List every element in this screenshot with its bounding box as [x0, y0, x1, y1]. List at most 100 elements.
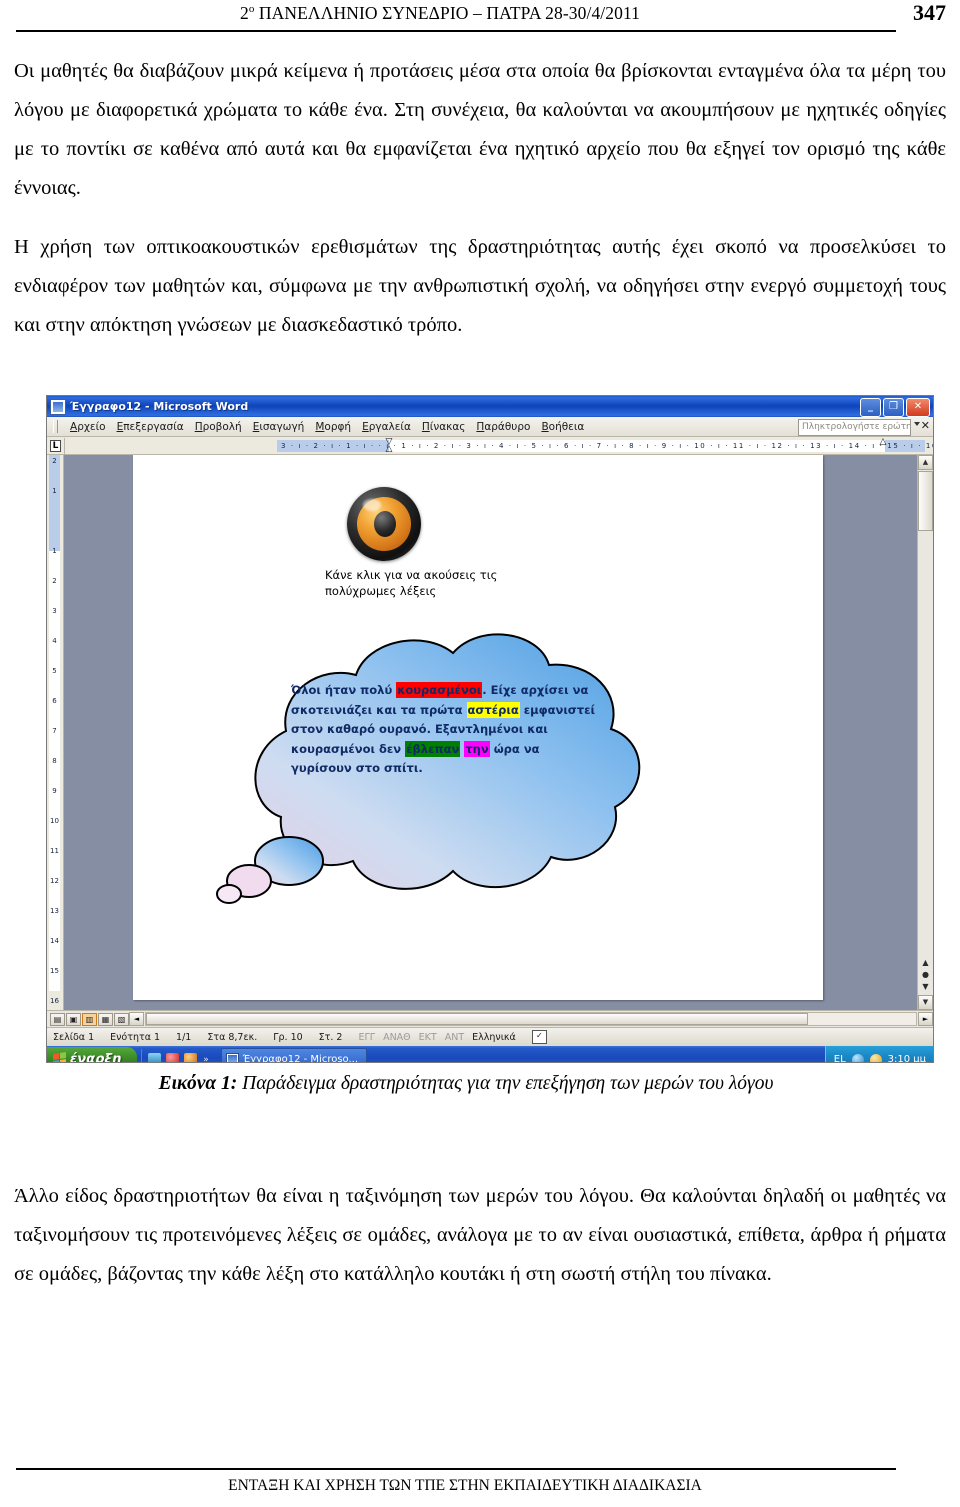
window-title-text: Έγγραφο12 - Microsoft Word: [70, 400, 249, 413]
speaker-icon[interactable]: [347, 487, 421, 561]
quick-launch-bar[interactable]: »: [141, 1048, 215, 1063]
cloud-story-text: Όλοι ήταν πολύ κουρασμένοι. Είχε αρχίσει…: [291, 681, 601, 779]
start-button-label: έναρξη: [70, 1052, 122, 1063]
print-layout-view-button[interactable]: ▥: [82, 1012, 97, 1026]
horizontal-ruler-track[interactable]: 3 · ı · 2 · ı · 1 · ı · · ı · 1 · ı · 2 …: [67, 437, 934, 453]
v-tick-2: 2: [52, 457, 57, 465]
quicklaunch-overflow-icon[interactable]: »: [203, 1055, 209, 1063]
horizontal-scroll-thumb[interactable]: [146, 1013, 809, 1025]
scroll-left-icon[interactable]: ◄: [129, 1012, 144, 1026]
next-page-icon[interactable]: ▼: [918, 981, 933, 993]
taskbar-task-word[interactable]: Έγγραφο12 - Microso...: [220, 1048, 368, 1063]
menu-item-table[interactable]: Πίνακας: [422, 421, 466, 433]
window-controls: _ ❐ ✕: [860, 398, 930, 417]
speaker-dome: [374, 511, 396, 537]
v-tick-blank: [49, 515, 60, 545]
close-icon[interactable]: ✕: [921, 419, 930, 433]
right-indent-marker[interactable]: △: [879, 437, 887, 453]
previous-page-icon[interactable]: ▲: [918, 957, 933, 969]
horizontal-scroll-track[interactable]: [145, 1012, 917, 1026]
status-language[interactable]: Ελληνικά: [472, 1032, 516, 1043]
vertical-scrollbar[interactable]: ▲ ▲ ● ▼ ▼: [917, 455, 933, 1010]
firefox-icon[interactable]: [184, 1053, 198, 1062]
figure-caption: Εικόνα 1: Παράδειγμα δραστηριότητας για …: [0, 1073, 932, 1095]
v-tick-11: 11: [50, 847, 59, 855]
horizontal-ruler[interactable]: L 3 · ı · 2 · ı · 1 · ı · · ı · 1 · ı · …: [47, 437, 933, 455]
scroll-down-icon[interactable]: ▼: [918, 995, 933, 1010]
v-tick-4: 4: [52, 637, 57, 645]
spelling-check-icon[interactable]: ✓: [531, 1030, 547, 1044]
v-tick-2b: 2: [52, 577, 57, 585]
menu-drag-handle[interactable]: [53, 420, 58, 433]
tab-stop-selector[interactable]: L: [47, 437, 65, 454]
speaker-instruction-text: Κάνε κλικ για να ακούσεις τις πολύχρωμες…: [325, 568, 498, 598]
v-tick-13: 13: [50, 907, 59, 915]
start-button[interactable]: έναρξη: [47, 1047, 138, 1063]
editing-area: 2 1 1 2 3 4 5 6 7 8 9 10 11 12 13 14 15 …: [47, 455, 933, 1010]
minimize-button[interactable]: _: [860, 398, 881, 417]
paragraph-3: Άλλο είδος δραστηριοτήτων θα είναι η ταξ…: [14, 1185, 946, 1285]
v-tick-9: 9: [52, 787, 57, 795]
outline-view-button[interactable]: ▦: [98, 1012, 113, 1026]
v-tick-1b: 1: [52, 547, 57, 555]
restore-button[interactable]: ❐: [883, 398, 904, 417]
taskbar-clock[interactable]: 3:10 μμ: [888, 1054, 926, 1062]
view-buttons-group[interactable]: ▤ ▣ ▥ ▦ ▧: [47, 1012, 129, 1026]
menu-item-format[interactable]: Μορφή: [315, 421, 351, 433]
menu-item-edit[interactable]: Επεξεργασία: [117, 421, 184, 433]
status-column: Στ. 2: [318, 1031, 343, 1043]
header-title-prefix: 2: [239, 3, 249, 23]
first-line-indent-marker[interactable]: ▽ △: [385, 437, 393, 453]
run-plain-1: Όλοι ήταν πολύ: [291, 683, 397, 697]
quicklaunch-icon-2[interactable]: [166, 1053, 180, 1062]
status-bar: Σελίδα 1 Ενότητα 1 1/1 Στα 8,7εκ. Γρ. 10…: [47, 1027, 933, 1046]
speaker-graphic-block[interactable]: Κάνε κλικ για να ακούσεις τις πολύχρωμες…: [325, 487, 505, 599]
vertical-ruler-tick-labels: 2 1 1 2 3 4 5 6 7 8 9 10 11 12 13 14 15 …: [49, 455, 60, 1010]
quicklaunch-icon-1[interactable]: [148, 1053, 162, 1062]
highlight-red-word: κουρασμένοι: [396, 682, 483, 698]
menu-item-tools[interactable]: Εργαλεία: [362, 421, 411, 433]
language-indicator[interactable]: EL: [834, 1054, 846, 1062]
web-layout-view-button[interactable]: ▣: [66, 1012, 81, 1026]
status-mode-track-changes[interactable]: ΑΝΑΘ: [383, 1032, 411, 1043]
scroll-up-icon[interactable]: ▲: [918, 455, 933, 470]
reading-view-button[interactable]: ▧: [114, 1012, 129, 1026]
v-tick-12: 12: [50, 877, 59, 885]
status-mode-rec[interactable]: ΕΓΓ: [358, 1032, 375, 1043]
paragraph-2: Η χρήση των οπτικοακουστικών ερεθισμάτων…: [14, 236, 946, 336]
header-title-rest: ΠΑΝΕΛΛΗΝΙΟ ΣΥΝΕΔΡΙΟ – ΠΑΤΡΑ 28-30/4/2011: [254, 3, 641, 23]
tray-network-icon[interactable]: [851, 1053, 864, 1062]
chevron-down-icon[interactable]: [914, 422, 920, 426]
menu-item-window[interactable]: Παράθυρο: [476, 421, 530, 433]
horizontal-scrollbar-row[interactable]: ▤ ▣ ▥ ▦ ▧ ◄ ►: [47, 1010, 933, 1027]
page-number: 347: [913, 0, 946, 25]
menu-item-insert[interactable]: Εισαγωγή: [253, 421, 305, 433]
v-tick-3: 3: [52, 607, 57, 615]
ask-a-question-input[interactable]: Πληκτρολογήστε ερώτηση: [798, 419, 911, 436]
v-tick-14: 14: [50, 937, 59, 945]
status-mode-extend[interactable]: ΕΚΤ: [419, 1032, 437, 1043]
header-divider: [16, 30, 896, 32]
v-tick-6: 6: [52, 697, 57, 705]
menu-item-file[interactable]: Αρχείο: [70, 421, 106, 433]
browse-object-controls[interactable]: ▲ ● ▼: [918, 957, 933, 993]
taskbar-task-label: Έγγραφο12 - Microso...: [242, 1054, 359, 1063]
thought-cloud-shape[interactable]: Όλοι ήταν πολύ κουρασμένοι. Είχε αρχίσει…: [171, 613, 671, 913]
v-tick-10: 10: [50, 817, 59, 825]
menu-bar: Αρχείο Επεξεργασία Προβολή Εισαγωγή Μορφ…: [47, 417, 933, 437]
tab-stop-selector-glyph: L: [49, 439, 62, 452]
menu-item-help[interactable]: Βοήθεια: [541, 421, 584, 433]
menu-item-view[interactable]: Προβολή: [195, 421, 242, 433]
ruler-tick-labels: 3 · ı · 2 · ı · 1 · ı · · ı · 1 · ı · 2 …: [281, 441, 934, 450]
vertical-ruler[interactable]: 2 1 1 2 3 4 5 6 7 8 9 10 11 12 13 14 15 …: [47, 455, 64, 1010]
close-button[interactable]: ✕: [906, 398, 930, 417]
vertical-scroll-thumb[interactable]: [918, 471, 933, 531]
normal-view-button[interactable]: ▤: [50, 1012, 65, 1026]
select-browse-object-icon[interactable]: ●: [918, 969, 933, 981]
tray-volume-icon[interactable]: [869, 1053, 882, 1062]
status-mode-overtype[interactable]: ΑΝΤ: [445, 1032, 464, 1043]
document-page[interactable]: Κάνε κλικ για να ακούσεις τις πολύχρωμες…: [133, 455, 823, 1000]
scroll-right-icon[interactable]: ►: [918, 1012, 933, 1026]
v-tick-15: 15: [50, 967, 59, 975]
header-title: 2ο ΠΑΝΕΛΛΗΝΙΟ ΣΥΝΕΔΡΙΟ – ΠΑΤΡΑ 28-30/4/2…: [0, 3, 880, 24]
